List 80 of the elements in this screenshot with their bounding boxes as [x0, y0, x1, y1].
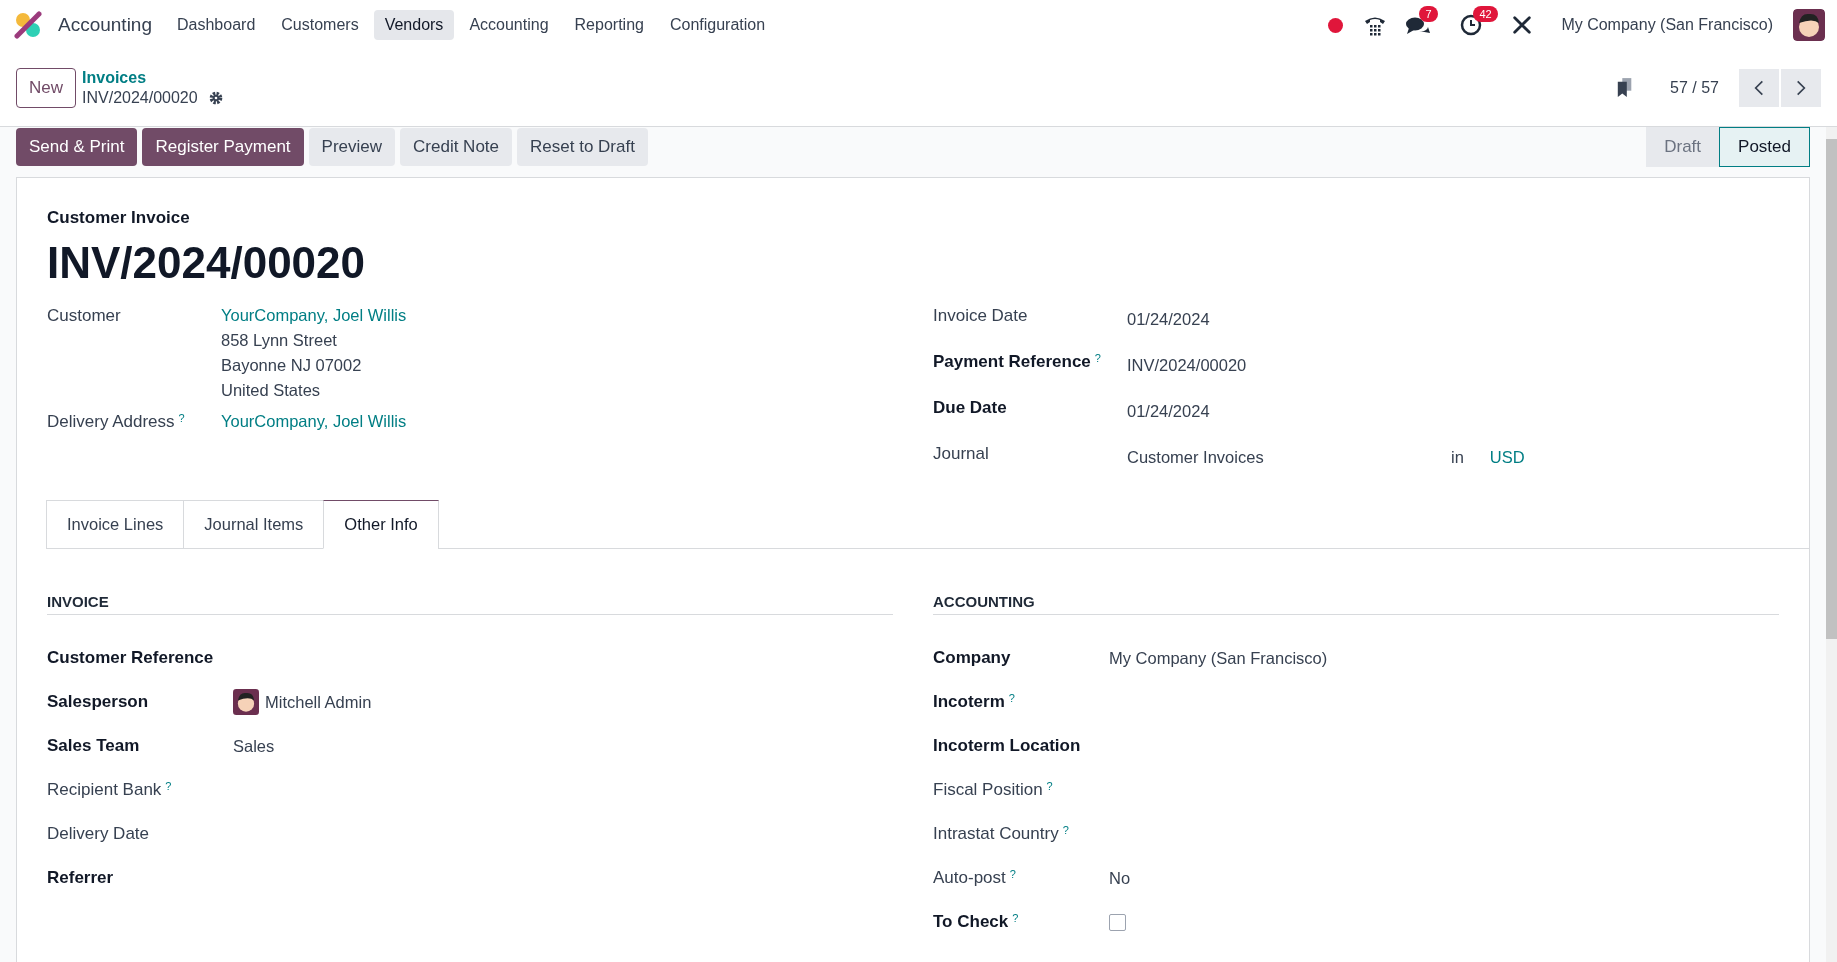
field-label: Sales Team: [47, 736, 140, 756]
field-label: Auto-post: [933, 868, 1006, 888]
user-avatar-icon[interactable]: [1793, 9, 1825, 41]
field-value: in: [1451, 447, 1464, 467]
field-value: 01/24/2024: [1127, 401, 1211, 421]
field-label: Delivery Address: [47, 412, 175, 432]
field-label: Recipient Bank: [47, 780, 162, 800]
menu-item[interactable]: Configuration: [658, 10, 777, 40]
notebook-tab[interactable]: Other Info: [323, 500, 439, 549]
menu-item[interactable]: Vendors: [373, 10, 455, 40]
action-button[interactable]: Credit Note: [400, 128, 513, 166]
form-subtitle: Customer Invoice: [47, 208, 191, 228]
action-button[interactable]: Send & Print: [16, 128, 138, 166]
section-title: INVOICE: [47, 593, 893, 615]
currency-link[interactable]: USD: [1489, 447, 1525, 467]
notebook-tab[interactable]: Journal Items: [183, 500, 325, 549]
invoice-number: INV/2024/00020: [47, 238, 367, 288]
new-button[interactable]: New: [16, 68, 76, 108]
record-name: INV/2024/00020: [82, 89, 198, 107]
field-value: Mitchell Admin: [265, 692, 372, 712]
field-label: Due Date: [933, 398, 1007, 418]
settings-icon[interactable]: [207, 90, 224, 106]
scrollbar-thumb[interactable]: [1826, 139, 1837, 639]
field-label: To Check: [933, 912, 1009, 932]
address-line: 858 Lynn Street: [221, 331, 338, 350]
field-value: 01/24/2024: [1127, 309, 1211, 329]
field-label: Company: [933, 648, 1011, 668]
chevron-right-icon: [1796, 79, 1806, 97]
field-value: No: [1109, 868, 1131, 888]
address-line: United States: [221, 381, 322, 400]
status-stage[interactable]: Posted: [1719, 127, 1810, 167]
menu-item[interactable]: Accounting: [458, 10, 560, 40]
field-value: Sales: [233, 736, 275, 756]
field-label: Fiscal Position: [933, 780, 1043, 800]
field-label: Referrer: [47, 868, 114, 888]
chevron-left-icon: [1754, 79, 1764, 97]
app-name[interactable]: Accounting: [58, 14, 152, 36]
field-label: Intrastat Country: [933, 824, 1059, 844]
help-tooltip[interactable]: ?: [1012, 912, 1019, 924]
help-tooltip[interactable]: ?: [178, 412, 185, 424]
menu-item[interactable]: Customers: [270, 10, 370, 40]
breadcrumb-link[interactable]: Invoices: [82, 69, 224, 87]
field-label: Incoterm: [933, 692, 1005, 712]
status-stage[interactable]: Draft: [1646, 127, 1720, 167]
message-count-badge: 7: [1419, 6, 1438, 22]
field-label: Delivery Date: [47, 824, 150, 844]
action-button[interactable]: Reset to Draft: [517, 128, 648, 166]
partner-link[interactable]: YourCompany, Joel Willis: [221, 412, 407, 431]
company-switcher[interactable]: My Company (San Francisco): [1561, 16, 1773, 34]
help-tooltip[interactable]: ?: [165, 780, 172, 792]
field-label: Journal: [933, 444, 989, 464]
field-label: Salesperson: [47, 692, 149, 712]
field-label: Incoterm Location: [933, 736, 1081, 756]
partner-link[interactable]: YourCompany, Joel Willis: [221, 306, 407, 325]
field-value: Customer Invoices: [1127, 447, 1265, 467]
checkbox[interactable]: [1109, 913, 1126, 931]
field-label: Invoice Date: [933, 306, 1028, 326]
action-button[interactable]: Register Payment: [142, 128, 304, 166]
field-label: Customer: [47, 306, 121, 326]
app-logo-icon[interactable]: [14, 11, 42, 39]
scrollbar-track[interactable]: [1826, 127, 1837, 962]
menu-item[interactable]: Reporting: [563, 10, 655, 40]
field-value: My Company (San Francisco): [1109, 648, 1328, 668]
activity-count-badge: 42: [1473, 6, 1498, 22]
field-label: Payment Reference: [933, 352, 1091, 372]
help-tooltip[interactable]: ?: [1062, 824, 1069, 836]
help-tooltip[interactable]: ?: [1094, 352, 1101, 364]
action-button[interactable]: Preview: [308, 128, 396, 166]
notebook-tab[interactable]: Invoice Lines: [46, 500, 185, 549]
field-value: INV/2024/00020: [1127, 355, 1248, 375]
help-tooltip[interactable]: ?: [1046, 780, 1053, 792]
help-tooltip[interactable]: ?: [1009, 868, 1016, 880]
user-avatar-icon: [233, 689, 259, 715]
address-line: Bayonne NJ 07002: [221, 356, 363, 375]
menu-item[interactable]: Dashboard: [166, 10, 267, 40]
record-dot-icon[interactable]: [1328, 17, 1344, 33]
help-tooltip[interactable]: ?: [1008, 692, 1015, 704]
section-title: ACCOUNTING: [933, 593, 1779, 615]
pager-value: 57 / 57: [1670, 79, 1719, 97]
field-label: Customer Reference: [47, 648, 214, 668]
